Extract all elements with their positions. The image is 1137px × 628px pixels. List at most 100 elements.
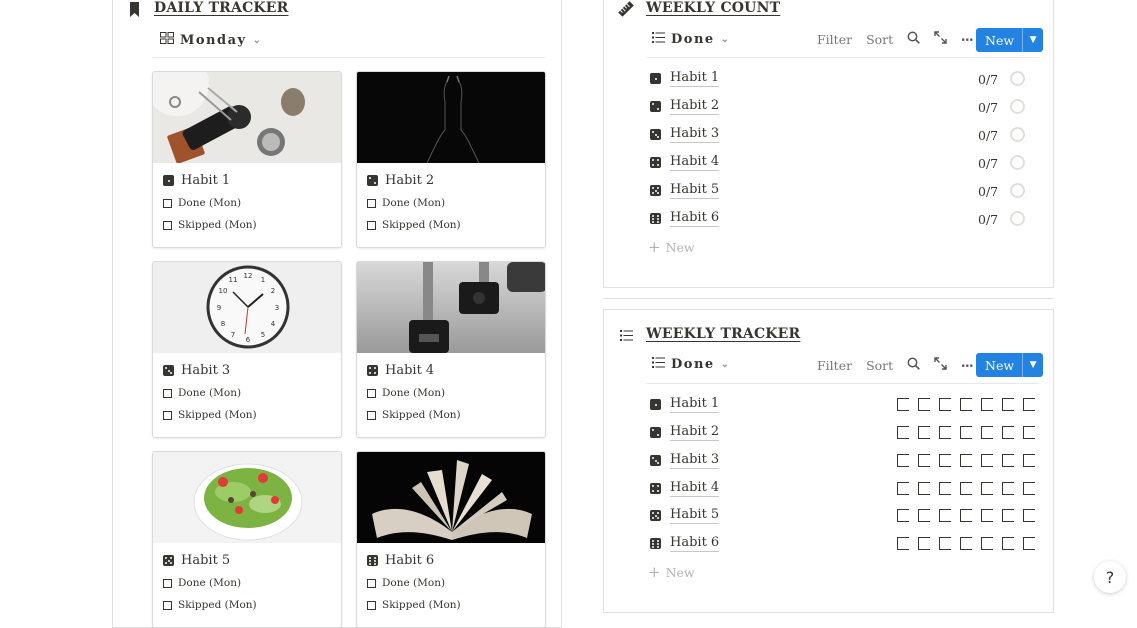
done-checkbox[interactable]: Done (Mon)	[163, 577, 241, 589]
svg-text:12: 12	[244, 272, 253, 280]
skipped-checkbox[interactable]: Skipped (Mon)	[367, 219, 461, 231]
done-checkbox[interactable]: Done (Mon)	[367, 387, 445, 399]
list-item[interactable]: Habit 2	[650, 98, 720, 115]
svg-text:7: 7	[231, 331, 235, 339]
die-four-icon	[650, 157, 661, 168]
tab-divider	[646, 57, 1039, 58]
day-checkbox-row[interactable]	[897, 509, 1035, 522]
card-title: Habit 6	[367, 553, 434, 568]
daily-tracker-title[interactable]: DAILY TRACKER	[154, 0, 289, 16]
chevron-down-icon: ⌄	[720, 359, 730, 370]
view-tab-done[interactable]: Done ⌄	[652, 357, 729, 372]
search-icon[interactable]	[907, 31, 921, 47]
list-item[interactable]: Habit 3	[650, 126, 720, 143]
done-checkbox[interactable]: Done (Mon)	[367, 197, 445, 209]
list-icon	[618, 327, 634, 343]
gallery-card[interactable]: 12 6 3 9 12 45 7 8 10 11 Habit 3 Done (Mon) Ski…	[152, 261, 342, 438]
day-checkbox-row[interactable]	[897, 537, 1035, 550]
new-button[interactable]: New ▼	[976, 28, 1044, 52]
list-item[interactable]: Habit 6	[650, 535, 720, 552]
svg-text:1: 1	[261, 276, 265, 284]
card-title: Habit 3	[163, 363, 230, 378]
gallery-card[interactable]: Habit 5 Done (Mon) Skipped (Mon)	[152, 451, 342, 628]
add-row-button[interactable]: + New	[648, 238, 695, 256]
expand-icon[interactable]	[934, 357, 947, 373]
svg-text:9: 9	[217, 304, 221, 312]
list-item[interactable]: Habit 6	[650, 210, 720, 227]
gallery-card[interactable]: Habit 1 Done (Mon) Skipped (Mon)	[152, 71, 342, 248]
list-item[interactable]: Habit 1	[650, 70, 720, 87]
skipped-checkbox[interactable]: Skipped (Mon)	[367, 599, 461, 611]
chevron-down-icon[interactable]: ▼	[1022, 353, 1043, 377]
list-item[interactable]: Habit 4	[650, 480, 720, 497]
view-tab-label: Done	[671, 357, 715, 372]
die-two-icon	[367, 175, 378, 186]
die-two-icon	[650, 101, 661, 112]
help-button[interactable]: ?	[1094, 561, 1126, 593]
new-button[interactable]: New ▼	[976, 353, 1044, 377]
chevron-down-icon: ⌄	[720, 34, 730, 45]
card-cover-image: 12 6 3 9 12 45 7 8 10 11	[153, 262, 341, 353]
card-title: Habit 1	[163, 173, 230, 188]
card-cover-image	[153, 72, 341, 163]
list-item[interactable]: Habit 1	[650, 396, 720, 413]
done-checkbox[interactable]: Done (Mon)	[163, 197, 241, 209]
day-checkbox-row[interactable]	[897, 482, 1035, 495]
svg-text:6: 6	[246, 336, 251, 344]
weekly-tracker-title[interactable]: WEEKLY TRACKER	[646, 326, 800, 342]
filter-button[interactable]: Filter	[817, 358, 852, 373]
svg-text:5: 5	[261, 331, 265, 339]
skipped-checkbox[interactable]: Skipped (Mon)	[163, 599, 257, 611]
card-title: Habit 2	[367, 173, 434, 188]
list-icon	[652, 32, 665, 47]
gallery-card[interactable]: Habit 6 Done (Mon) Skipped (Mon)	[356, 451, 546, 628]
weekly-count-title[interactable]: WEEKLY COUNT	[646, 0, 780, 16]
die-one-icon	[650, 399, 661, 410]
day-checkbox-row[interactable]	[897, 454, 1035, 467]
expand-icon[interactable]	[934, 31, 947, 47]
add-row-button[interactable]: + New	[648, 563, 695, 581]
die-six-icon	[650, 538, 661, 549]
die-five-icon	[650, 185, 661, 196]
chevron-down-icon[interactable]: ▼	[1022, 28, 1043, 52]
card-title: Habit 5	[163, 553, 230, 568]
day-checkbox-row[interactable]	[897, 426, 1035, 439]
svg-text:11: 11	[229, 276, 238, 284]
die-three-icon	[163, 365, 174, 376]
gallery-card[interactable]: Habit 2 Done (Mon) Skipped (Mon)	[356, 71, 546, 248]
die-three-icon	[650, 129, 661, 140]
done-checkbox[interactable]: Done (Mon)	[367, 577, 445, 589]
gallery-card[interactable]: Habit 4 Done (Mon) Skipped (Mon)	[356, 261, 546, 438]
skipped-checkbox[interactable]: Skipped (Mon)	[163, 219, 257, 231]
card-cover-image	[153, 452, 341, 543]
view-tab-done[interactable]: Done ⌄	[652, 32, 729, 47]
gallery-icon	[160, 32, 174, 48]
view-tab-label: Done	[671, 32, 715, 47]
sort-button[interactable]: Sort	[866, 358, 893, 373]
list-item[interactable]: Habit 5	[650, 182, 720, 199]
done-checkbox[interactable]: Done (Mon)	[163, 387, 241, 399]
database-toolbar: Filter Sort ⋯	[817, 357, 988, 373]
die-one-icon	[163, 175, 174, 186]
view-tab-monday[interactable]: Monday ⌄	[160, 32, 261, 48]
list-item[interactable]: Habit 3	[650, 452, 720, 469]
list-item[interactable]: Habit 4	[650, 154, 720, 171]
count-value: 0/7	[978, 128, 999, 143]
card-cover-image	[357, 262, 545, 353]
filter-button[interactable]: Filter	[817, 32, 852, 47]
list-item[interactable]: Habit 5	[650, 507, 720, 524]
skipped-checkbox[interactable]: Skipped (Mon)	[163, 409, 257, 421]
card-cover-image	[357, 452, 545, 543]
svg-text:2: 2	[271, 287, 275, 295]
die-one-icon	[650, 73, 661, 84]
skipped-checkbox[interactable]: Skipped (Mon)	[367, 409, 461, 421]
sort-button[interactable]: Sort	[866, 32, 893, 47]
database-toolbar: Filter Sort ⋯	[817, 31, 988, 47]
list-item[interactable]: Habit 2	[650, 424, 720, 441]
chevron-down-icon: ⌄	[252, 34, 261, 46]
more-icon[interactable]: ⋯	[961, 32, 974, 47]
search-icon[interactable]	[907, 357, 921, 373]
progress-ring	[1010, 155, 1025, 170]
more-icon[interactable]: ⋯	[961, 358, 974, 373]
day-checkbox-row[interactable]	[897, 398, 1035, 411]
